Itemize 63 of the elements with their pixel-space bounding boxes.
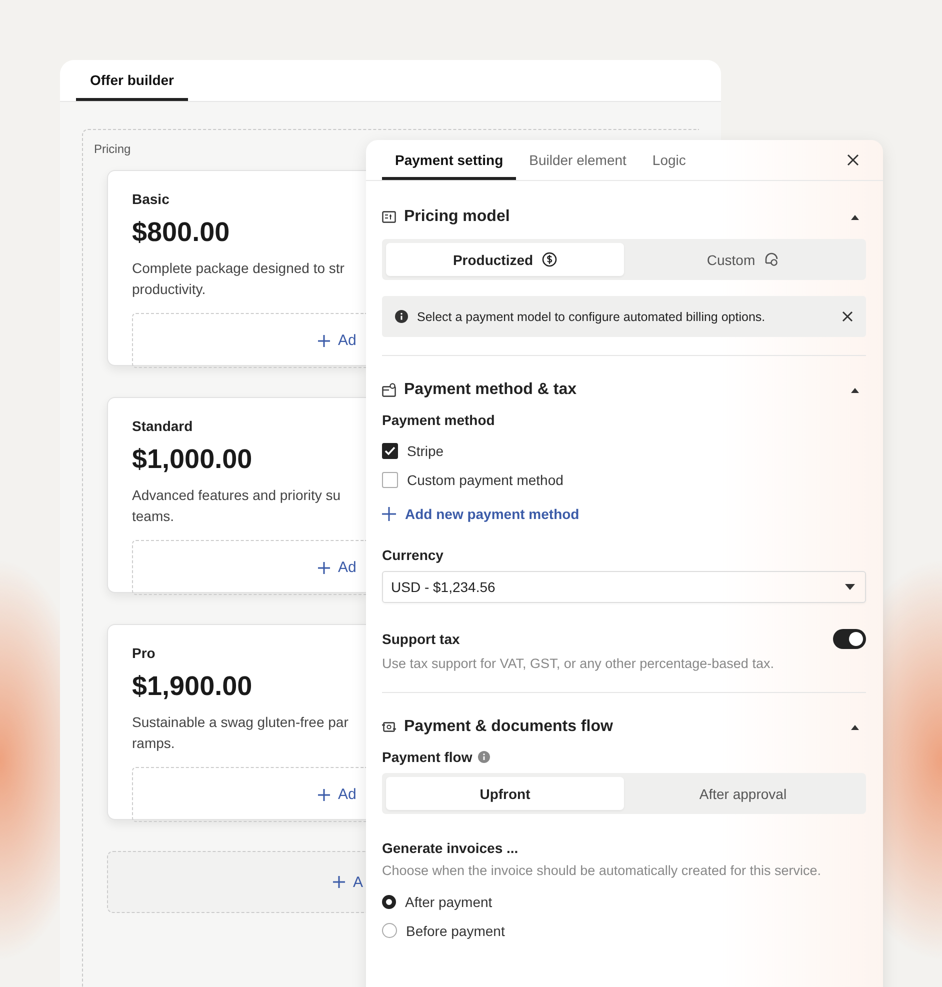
dropdown-caret-icon: [845, 584, 855, 590]
field-label: Payment flow: [382, 749, 472, 765]
segment-option[interactable]: Upfront: [386, 777, 624, 810]
radio-label: Before payment: [406, 922, 505, 938]
collapse-caret-icon[interactable]: [850, 724, 860, 730]
plus-icon: [318, 334, 330, 346]
collapse-caret-icon[interactable]: [850, 214, 860, 220]
plus-icon: [318, 788, 330, 800]
plus-icon: [318, 562, 330, 574]
tab[interactable]: Logic: [639, 140, 699, 180]
hint-text: Choose when the invoice should be automatically created for this service.: [382, 862, 822, 880]
radio-label: After payment: [405, 894, 492, 910]
checkbox-label: Stripe: [407, 442, 444, 458]
card-wallet-icon: [382, 383, 396, 397]
hint-text: Use tax support for VAT, GST, or any other percentage-based tax.: [382, 655, 775, 673]
segment-option[interactable]: After approval: [624, 777, 862, 810]
collapse-caret-icon[interactable]: [850, 387, 860, 393]
tab[interactable]: Builder element: [516, 140, 640, 180]
add-link[interactable]: Ad: [338, 332, 356, 349]
field-label: Generate invoices ...: [382, 840, 520, 856]
segment-option[interactable]: Custom: [624, 243, 862, 276]
plan-name: Pro: [132, 645, 156, 663]
checkbox-label: Custom payment method: [407, 472, 564, 488]
plan-description: Advanced features and priority su: [132, 486, 342, 505]
close-icon[interactable]: [842, 311, 853, 322]
field-label: Currency: [382, 547, 444, 563]
add-payment-method-link[interactable]: Add new payment method: [405, 506, 580, 522]
plan-description: teams.: [132, 507, 176, 526]
checkbox[interactable]: [382, 472, 398, 488]
plus-icon: [333, 876, 345, 888]
checkbox[interactable]: [382, 442, 398, 458]
plus-icon: [382, 507, 396, 521]
section-title: Pricing model: [404, 208, 511, 226]
section-title: Payment method & tax: [404, 381, 578, 399]
chat-bubble-icon: [764, 252, 780, 267]
plan-name: Basic: [132, 191, 170, 209]
section-title: Payment & documents flow: [404, 718, 614, 736]
close-icon: [847, 154, 859, 166]
notice-text: Select a payment model to configure automated billing options.: [417, 310, 766, 324]
add-link[interactable]: Ad: [338, 786, 356, 803]
add-link[interactable]: Ad: [338, 559, 356, 576]
radio-button[interactable]: [382, 894, 396, 908]
plan-description: productivity.: [132, 280, 207, 299]
tab[interactable]: Payment setting: [382, 140, 516, 180]
plan-price: $800.00: [132, 217, 231, 248]
currency-select[interactable]: USD - $1,234.56: [382, 571, 866, 603]
plan-name: Standard: [132, 418, 194, 436]
radio-button[interactable]: [382, 923, 397, 938]
plan-description: Sustainable a swag gluten-free par: [132, 713, 350, 732]
field-label: Payment method: [382, 412, 496, 428]
field-label: Support tax: [382, 631, 460, 647]
info-icon: [395, 310, 408, 323]
tax-toggle[interactable]: [833, 629, 866, 649]
section-label: Pricing: [94, 142, 132, 156]
segment-option[interactable]: Productized: [386, 243, 624, 276]
plan-price: $1,900.00: [132, 671, 254, 702]
dollar-coin-icon: [542, 252, 558, 267]
info-icon: [478, 751, 490, 763]
add-link[interactable]: A: [353, 874, 364, 890]
tab[interactable]: Offer builder: [76, 60, 188, 101]
plan-description: ramps.: [132, 734, 176, 753]
plan-description: Complete package designed to str: [132, 259, 346, 278]
plan-price: $1,000.00: [132, 444, 254, 475]
